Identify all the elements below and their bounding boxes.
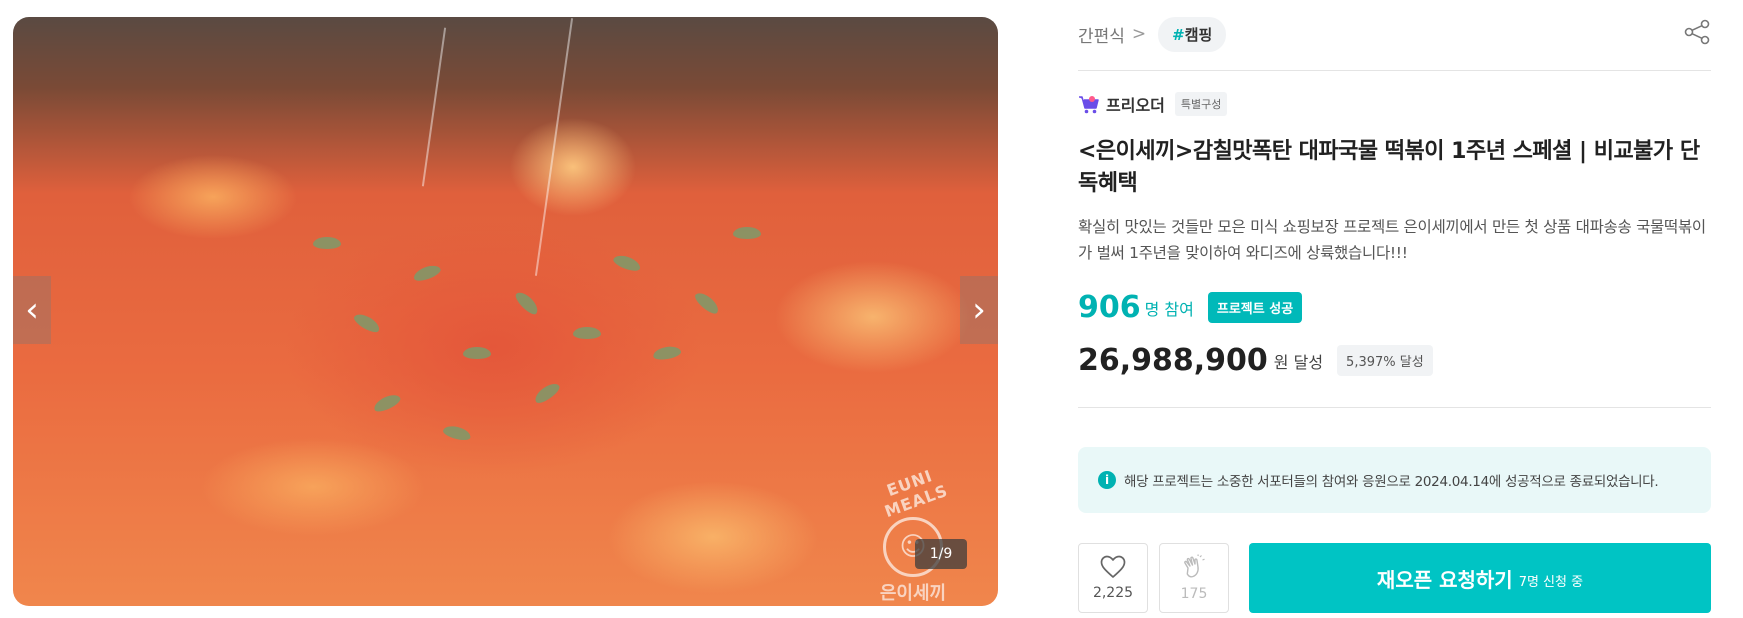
herb-decoration [532, 380, 562, 406]
reopen-label: 재오픈 요청하기 [1376, 567, 1513, 592]
cheer-count: 175 [1180, 586, 1208, 602]
hashtag-chip[interactable]: #캠핑 [1158, 16, 1227, 52]
achievement-rate-badge: 5,397% 달성 [1337, 345, 1433, 376]
action-bar: 2,225 175 재오픈 요청하기 7명 신청 중 [1078, 543, 1711, 613]
steam-decoration [534, 18, 574, 276]
hashtag-label: 캠핑 [1184, 25, 1213, 44]
herb-decoration [692, 289, 722, 317]
herb-decoration [733, 227, 761, 239]
gallery-page-counter: 1/9 [915, 539, 967, 569]
supporter-count: 906 [1078, 290, 1141, 325]
herb-decoration [411, 262, 443, 284]
herb-decoration [652, 344, 682, 362]
herb-decoration [512, 288, 542, 318]
maker-row: 프리오더 특별구성 [1078, 92, 1228, 116]
gallery-prev-button[interactable]: ‹ [13, 276, 51, 344]
supporter-unit: 명 참여 [1144, 299, 1194, 319]
brand-watermark: EUNI MEALS ☺ 은이세끼 [858, 466, 968, 604]
herb-decoration [441, 423, 473, 443]
herb-decoration [611, 252, 643, 274]
steam-decoration [421, 27, 447, 187]
chevron-left-icon: ‹ [25, 290, 39, 330]
breadcrumb-category-link[interactable]: 간편식 [1078, 22, 1125, 47]
product-summary: 확실히 맛있는 것들만 모은 미식 쇼핑보장 프로젝트 은이세끼에서 만든 첫 … [1078, 218, 1706, 262]
clap-icon [1184, 554, 1205, 578]
preorder-cart-icon [1079, 96, 1099, 114]
chevron-right-icon: › [972, 290, 986, 330]
special-offer-badge: 특별구성 [1174, 92, 1228, 116]
chevron-right-icon: > [1131, 24, 1147, 44]
share-icon[interactable] [1683, 18, 1711, 46]
hash-symbol: # [1172, 25, 1185, 44]
like-button[interactable]: 2,225 [1078, 543, 1148, 613]
product-image-gallery[interactable]: EUNI MEALS ☺ 은이세끼 [13, 17, 998, 606]
product-info-panel: 간편식 > #캠핑 프리오더 특별구성 <은이세끼>감칠맛폭탄 대파국물 떡볶이… [1078, 0, 1711, 618]
divider [1078, 407, 1711, 408]
notice-text: 해당 프로젝트는 소중한 서포터들의 참여와 응원으로 2024.04.14에 … [1124, 474, 1659, 490]
info-icon: i [1098, 471, 1116, 489]
breadcrumb: 간편식 > #캠핑 [1078, 16, 1227, 52]
like-count: 2,225 [1092, 585, 1134, 601]
funded-amount: 26,988,900 [1078, 343, 1268, 378]
herb-decoration [573, 327, 601, 339]
product-title: <은이세끼>감칠맛폭탄 대파국물 떡볶이 1주년 스페셜 | 비교불가 단독혜택 [1078, 139, 1700, 196]
amount-row: 26,988,900 원 달성 5,397% 달성 [1078, 343, 1433, 378]
herb-decoration [313, 237, 341, 249]
cheer-button[interactable]: 175 [1159, 543, 1229, 613]
herb-decoration [371, 391, 403, 415]
herb-decoration [463, 347, 491, 359]
project-ended-notice: i 해당 프로젝트는 소중한 서포터들의 참여와 응원으로 2024.04.14… [1078, 447, 1711, 513]
herb-decoration [351, 310, 383, 336]
status-badge: 프로젝트 성공 [1207, 292, 1303, 323]
gallery-next-button[interactable]: › [960, 276, 998, 344]
supporters-row: 906 명 참여 프로젝트 성공 [1078, 290, 1303, 325]
amount-unit: 원 달성 [1273, 352, 1324, 372]
watermark-text: 은이세끼 [879, 583, 947, 604]
heart-icon [1100, 555, 1126, 578]
reopen-request-count: 7명 신청 중 [1518, 574, 1584, 590]
reopen-request-button[interactable]: 재오픈 요청하기 7명 신청 중 [1249, 543, 1711, 613]
maker-name[interactable]: 프리오더 [1106, 92, 1165, 116]
divider [1078, 70, 1711, 71]
